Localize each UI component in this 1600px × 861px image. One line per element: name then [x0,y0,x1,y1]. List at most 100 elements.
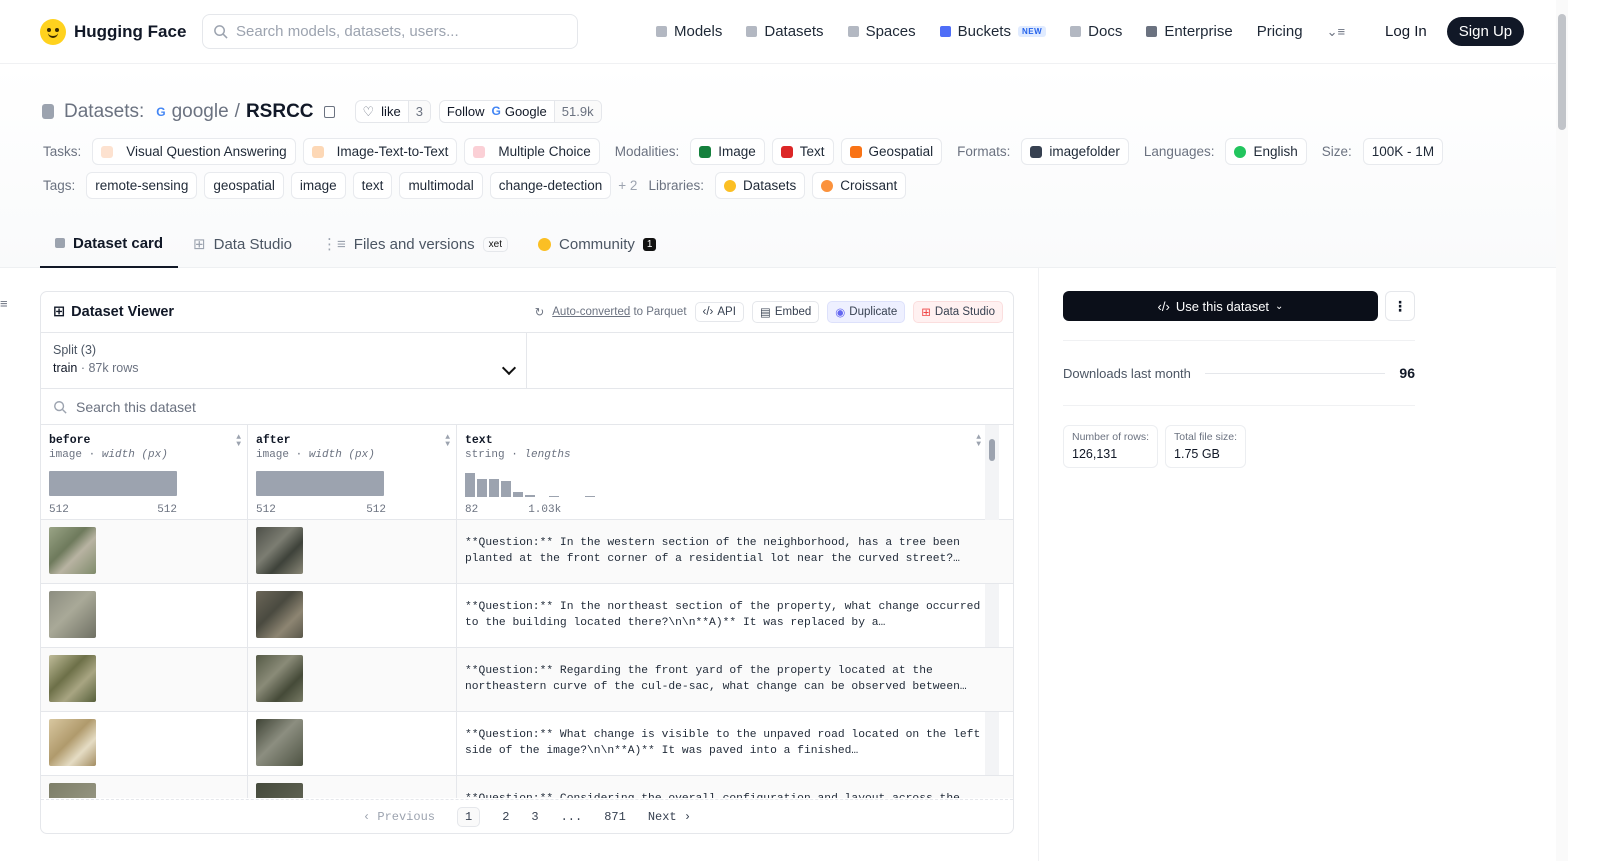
auto-converted-link[interactable]: Auto-converted to Parquet [552,306,686,318]
library-datasets-chip[interactable]: Datasets [714,172,806,199]
files-icon: ⋮≡ [322,236,346,253]
dataset-name[interactable]: RSRCC [246,101,314,123]
table-row[interactable]: **Question:** Considering the overall co… [41,776,1013,798]
text-cell: **Question:** What change is visible to … [465,729,981,757]
embed-button[interactable]: ▤ Embed [751,301,820,323]
nav-buckets[interactable]: Buckets NEW [939,23,1047,40]
downloads-value: 96 [1399,365,1415,381]
table-scroll-thumb[interactable] [989,439,995,461]
library-croissant-chip[interactable]: Croissant [812,172,907,199]
login-link[interactable]: Log In [1385,23,1427,40]
prev-page[interactable]: ‹ Previous [363,810,435,824]
page-1[interactable]: 1 [456,806,481,827]
after-image[interactable] [256,719,303,766]
dataset-search-input[interactable]: Search this dataset [41,389,1013,425]
column-before[interactable]: before image · width (px) ▲ ▼ 512 512 [41,425,248,519]
tag-change-detection[interactable]: change-detection [489,172,612,199]
before-image[interactable] [49,527,96,574]
modality-text-chip[interactable]: Text [771,138,834,165]
brand-logo[interactable]: Hugging Face [40,18,202,45]
use-dataset-button[interactable]: ‹/› Use this dataset ⌄ [1063,291,1378,321]
modality-geospatial-chip[interactable]: Geospatial [840,138,943,165]
after-image[interactable] [256,655,303,702]
column-after[interactable]: after image · width (px) ▲ ▼ 512 512 [248,425,457,519]
task-vqa-label: Visual Question Answering [126,144,287,159]
hist-bar [585,496,595,497]
column-before-type-name: image [49,449,83,461]
before-image[interactable] [49,655,96,702]
page-3[interactable]: 3 [531,810,538,824]
after-image[interactable] [256,527,303,574]
tab-files[interactable]: ⋮≡ Files and versions xet [307,220,523,268]
language-english-chip[interactable]: English [1225,138,1307,165]
tag-remote-sensing[interactable]: remote-sensing [86,172,198,199]
tab-data-studio[interactable]: ⊞ Data Studio [178,220,307,268]
spaces-icon [847,26,859,37]
datasets-prefix[interactable]: Datasets: [64,101,144,123]
nav-enterprise[interactable]: Enterprise [1146,23,1233,40]
split-selector[interactable]: Split (3) train · 87k rows [41,333,527,388]
page-scrollbar[interactable] [1556,0,1568,861]
nav-more[interactable]: ⌄≡ [1327,24,1345,40]
before-cell [41,776,248,798]
search-icon [54,400,67,414]
api-button[interactable]: ‹/› API [694,302,744,322]
more-tags[interactable]: + 2 [618,178,637,193]
modality-text-label: Text [799,144,825,159]
task-image-text-chip[interactable]: Image-Text-to-Text [302,138,458,165]
signup-button[interactable]: Sign Up [1446,17,1525,46]
table-row[interactable]: **Question:** In the northeast section o… [41,584,1013,648]
task-multiple-choice-chip[interactable]: Multiple Choice [464,138,600,165]
nav-models[interactable]: Models [656,23,722,40]
before-image[interactable] [49,783,96,798]
tag-text[interactable]: text [352,172,393,199]
rows-stat-value: 126,131 [1072,447,1118,461]
tab-community[interactable]: Community 1 [523,220,671,268]
data-studio-button[interactable]: ⊞ Data Studio [913,301,1003,323]
after-cell [248,712,457,775]
sort-icon[interactable]: ▲ ▼ [445,434,450,449]
copy-icon[interactable] [323,105,335,118]
page-scroll-thumb[interactable] [1558,14,1566,130]
duplicate-button[interactable]: ◉ Duplicate [827,301,906,323]
tag-multimodal[interactable]: multimodal [399,172,483,199]
nav-docs-label: Docs [1088,23,1123,40]
page-2[interactable]: 2 [502,810,509,824]
nav-spaces[interactable]: Spaces [847,23,916,40]
modality-image-chip[interactable]: Image [690,138,765,165]
side-menu-icon[interactable]: ≡ [0,296,8,311]
code-icon: ‹/› [1157,298,1170,314]
sort-icon[interactable]: ▲ ▼ [976,434,981,449]
like-button[interactable]: ♡ like 3 [354,100,431,123]
tab-dataset-card[interactable]: Dataset card [40,220,179,268]
globe-icon [1234,145,1247,158]
nav-datasets[interactable]: Datasets [746,23,824,40]
column-text[interactable]: text string · lengths ▲ ▼ 82 1.03k [457,425,999,785]
after-image[interactable] [256,783,303,798]
library-croissant-label: Croissant [840,178,898,193]
tag-geospatial[interactable]: geospatial [204,172,284,199]
page-last[interactable]: 871 [604,810,626,824]
dataset-owner[interactable]: google [172,101,229,123]
tag-image[interactable]: image [290,172,346,199]
sort-icon[interactable]: ▲ ▼ [236,434,241,449]
more-options-button[interactable]: ⋮ [1385,291,1415,321]
nav-docs[interactable]: Docs [1070,23,1122,40]
before-cell [41,712,248,775]
format-imagefolder-chip[interactable]: imagefolder [1021,138,1129,165]
before-image[interactable] [49,591,96,638]
next-page[interactable]: Next › [648,810,691,824]
hist-bar [513,492,523,497]
table-row[interactable]: **Question:** In the western section of … [41,520,1013,584]
after-image[interactable] [256,591,303,638]
size-chip[interactable]: 100K - 1M [1362,138,1444,165]
table-row[interactable]: **Question:** What change is visible to … [41,712,1013,776]
nav-pricing[interactable]: Pricing [1257,23,1303,40]
main-nav: Models Datasets Spaces Buckets NEW Docs E… [656,23,1345,40]
global-search-input[interactable]: Search models, datasets, users... [202,14,578,49]
follow-button[interactable]: Follow G Google 51.9k [438,100,602,123]
text-modality-icon [780,145,793,158]
task-vqa-chip[interactable]: Visual Question Answering [92,138,296,165]
before-image[interactable] [49,719,96,766]
table-row[interactable]: **Question:** Regarding the front yard o… [41,648,1013,712]
